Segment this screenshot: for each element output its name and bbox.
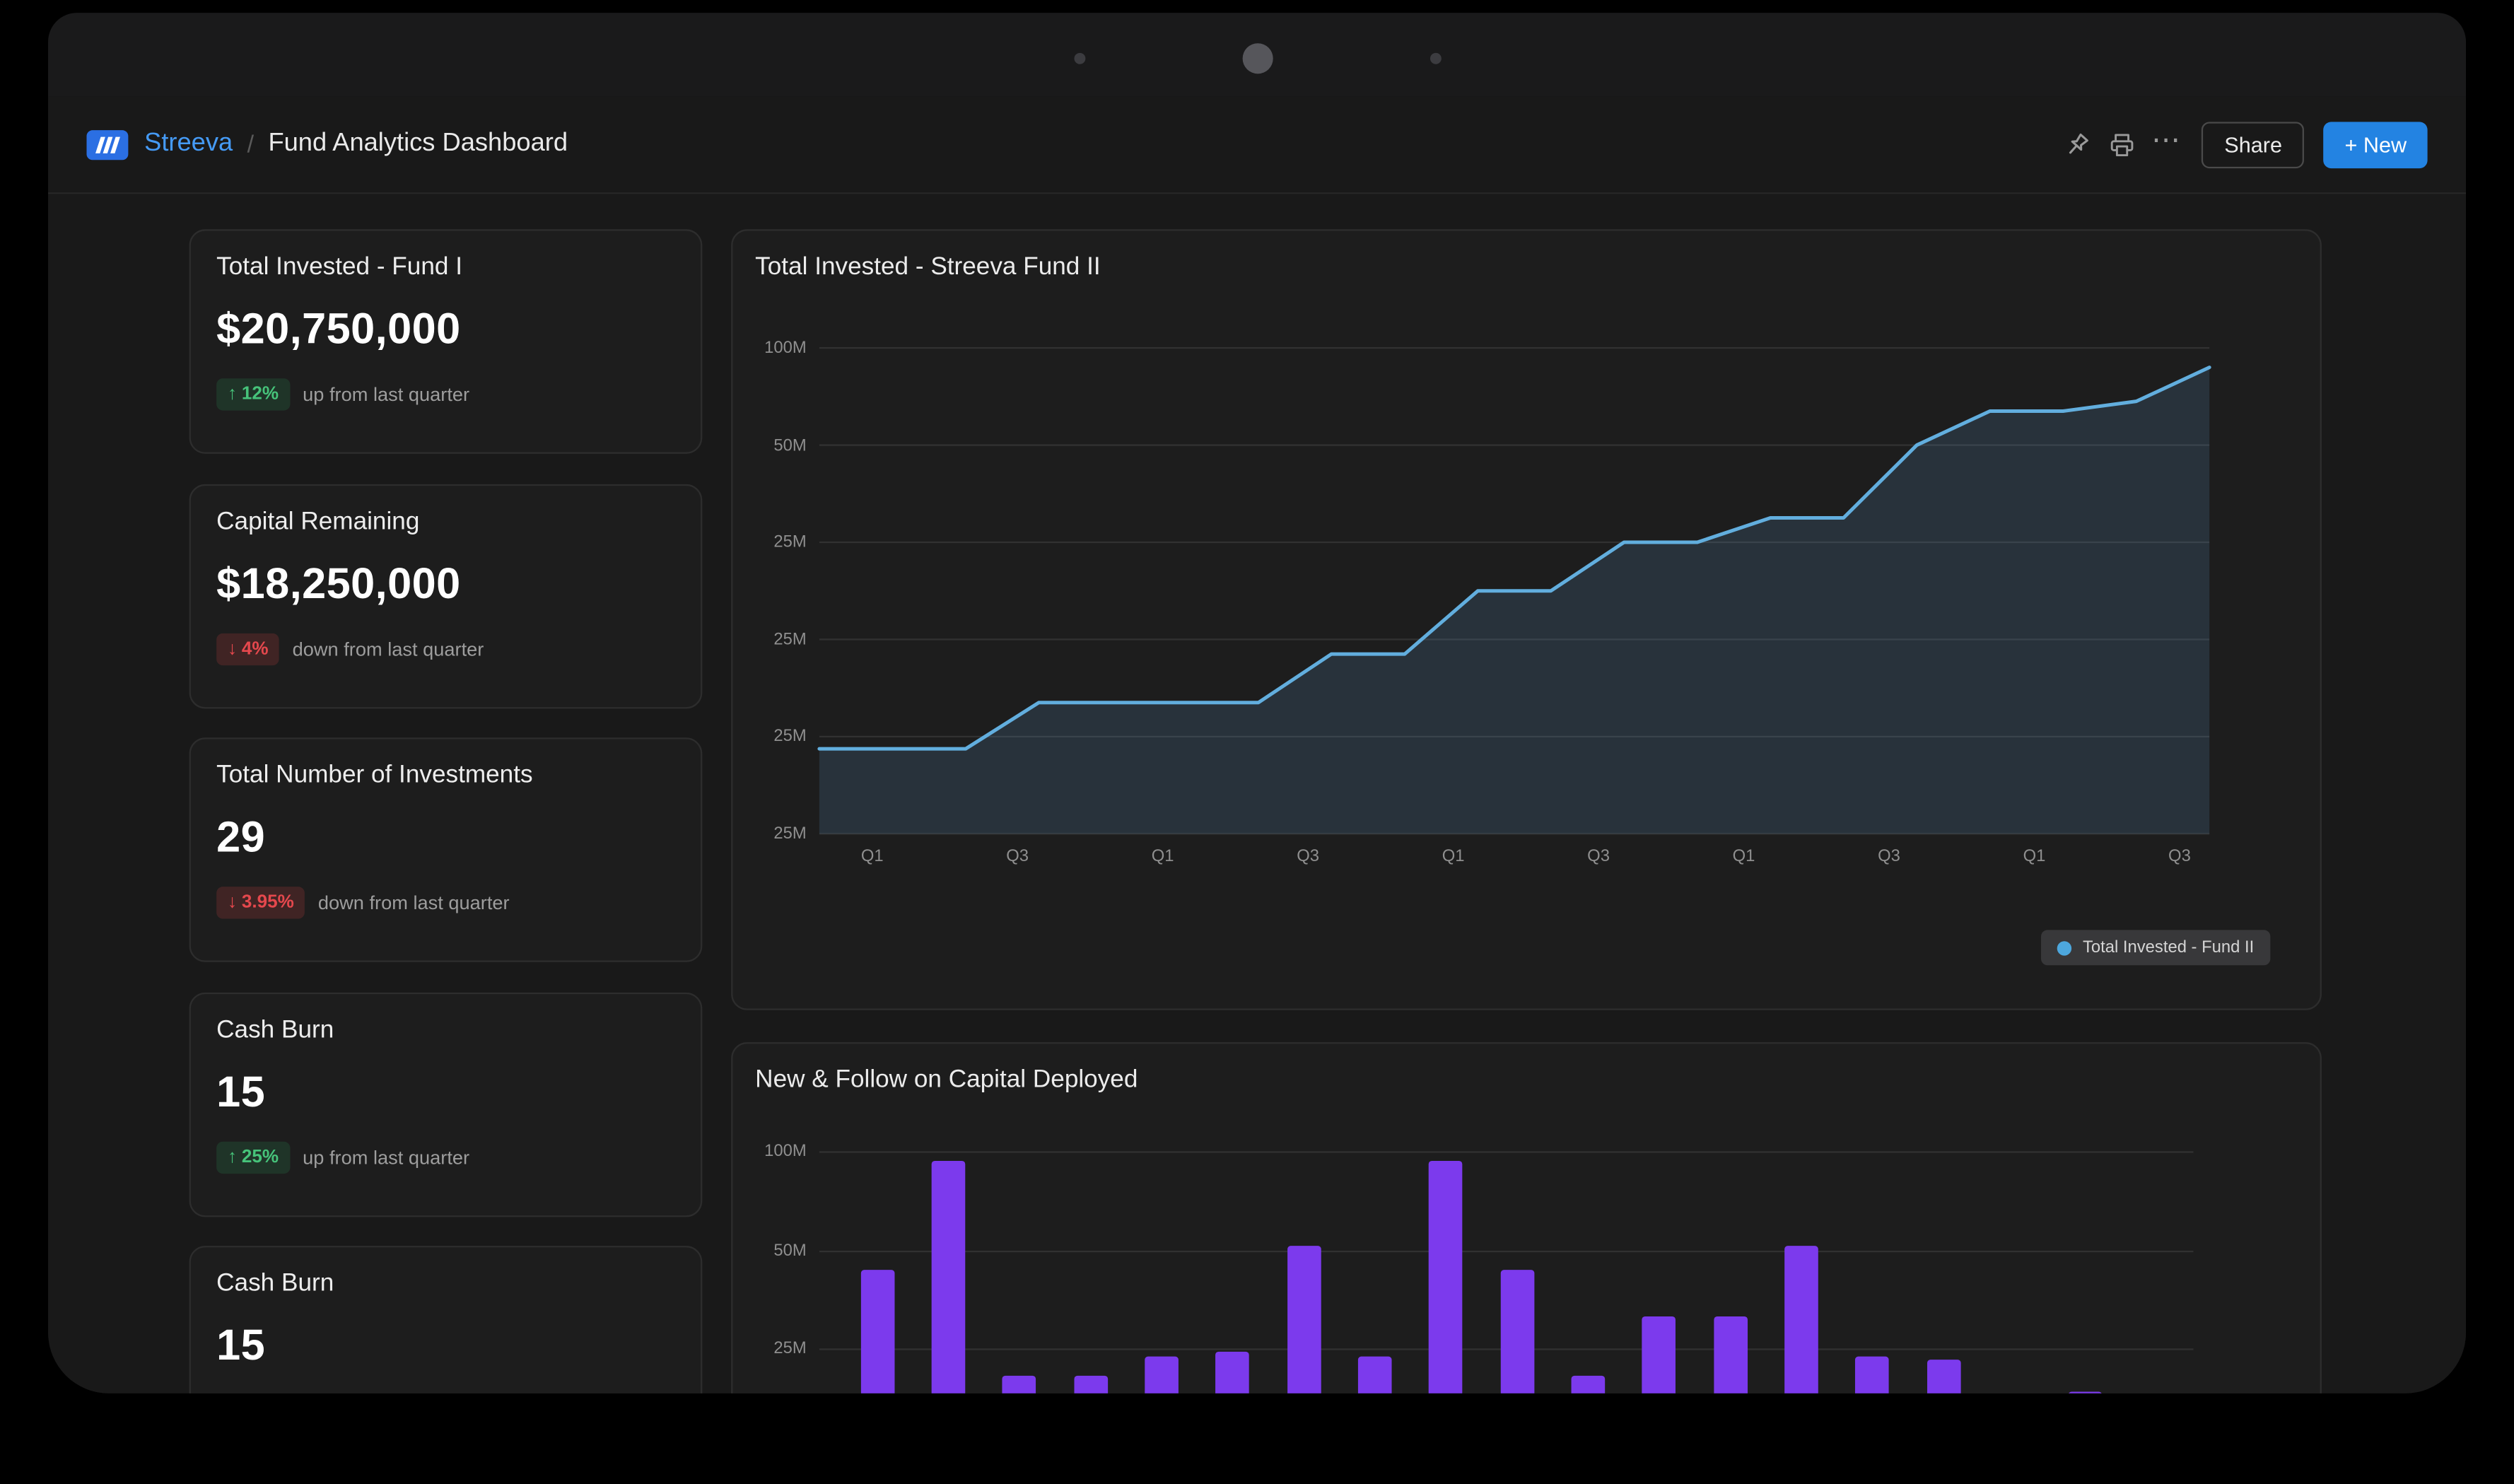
bar: [1714, 1317, 1748, 1394]
stat-title: Capital Remaining: [216, 508, 675, 537]
delta-percent: 3.95%: [242, 893, 294, 912]
bar: [1287, 1246, 1321, 1394]
dashboard-content: Total Invested - Fund I $20,750,000 ↑ 12%…: [48, 194, 2466, 1393]
x-tick-label: Q3: [1574, 845, 1623, 867]
stat-delta-row: ↑ 12% up from last quarter: [216, 378, 675, 410]
bar: [1572, 1376, 1606, 1393]
stat-value: $18,250,000: [216, 559, 675, 609]
y-tick-label: 100M: [732, 337, 806, 359]
bar: [1002, 1376, 1036, 1393]
page-title: Fund Analytics Dashboard: [268, 130, 568, 159]
bar: [1856, 1356, 1890, 1393]
gridline: [819, 1250, 2194, 1251]
bar: [860, 1270, 894, 1394]
bar: [1216, 1352, 1250, 1394]
bar: [2069, 1392, 2103, 1394]
stat-title: Total Invested - Fund I: [216, 253, 675, 282]
stat-title: Cash Burn: [216, 1270, 675, 1299]
arrow-up-icon: ↑: [228, 1148, 237, 1167]
y-tick-label: 25M: [732, 1337, 806, 1360]
delta-percent: 25%: [242, 1148, 279, 1167]
x-tick-label: Q1: [2010, 845, 2058, 867]
x-tick-label: Q3: [2156, 845, 2204, 867]
line-chart-plot: [819, 348, 2209, 834]
delta-note: down from last quarter: [318, 892, 510, 914]
x-tick-label: Q1: [1430, 845, 1478, 867]
y-tick-label: 50M: [732, 434, 806, 457]
stat-value: 15: [216, 1321, 675, 1371]
y-tick-label: 25M: [732, 822, 806, 845]
stat-value: 29: [216, 813, 675, 863]
y-tick-label: 25M: [732, 629, 806, 651]
stat-card-cash-burn: Cash Burn 15 ↑ 25% up from last quarter: [189, 993, 703, 1217]
bar-chart-card: New & Follow on Capital Deployed 100M 50M…: [731, 1042, 2322, 1394]
x-tick-label: Q3: [1284, 845, 1332, 867]
bar: [1927, 1360, 1960, 1394]
line-chart-card: Total Invested - Streeva Fund II Total I…: [731, 229, 2322, 1010]
x-tick-label: Q1: [1139, 845, 1187, 867]
breadcrumb-separator: /: [247, 131, 254, 158]
stat-delta-row: ↓ 3.95% down from last quarter: [216, 887, 675, 918]
delta-percent: 4%: [242, 640, 269, 659]
delta-badge: ↑ 25%: [216, 1142, 290, 1174]
x-tick-label: Q1: [848, 845, 896, 867]
x-tick-label: Q3: [993, 845, 1041, 867]
y-tick-label: 100M: [732, 1140, 806, 1162]
legend-marker-icon: [2057, 940, 2071, 954]
delta-badge: ↓ 3.95%: [216, 887, 305, 918]
bar: [931, 1161, 965, 1394]
delta-percent: 12%: [242, 385, 279, 404]
delta-note: up from last quarter: [303, 1147, 469, 1169]
stat-delta-row: ↓ 4% down from last quarter: [216, 633, 675, 665]
bar: [1073, 1376, 1107, 1393]
screenshot-canvas: Streeva / Fund Analytics Dashboard: [0, 0, 2514, 1484]
bar: [1145, 1356, 1179, 1393]
streeva-logo-icon: [86, 129, 128, 160]
delta-badge: ↑ 12%: [216, 378, 290, 410]
y-tick-label: 50M: [732, 1239, 806, 1261]
area-fill: [819, 368, 2209, 834]
chart-legend[interactable]: Total Invested - Fund II: [2041, 930, 2270, 965]
chart-title: Total Invested - Streeva Fund II: [755, 253, 1100, 282]
new-button[interactable]: + New: [2324, 121, 2428, 168]
bar: [1358, 1356, 1392, 1393]
bar: [1429, 1161, 1463, 1394]
stat-card-cash-burn-2: Cash Burn 15: [189, 1246, 703, 1394]
gridline: [819, 1151, 2194, 1152]
chart-title: New & Follow on Capital Deployed: [755, 1066, 1138, 1095]
delta-note: down from last quarter: [293, 638, 484, 661]
legend-label: Total Invested - Fund II: [2083, 938, 2254, 957]
slide-dot[interactable]: [1430, 52, 1441, 64]
more-icon[interactable]: ⋯: [2144, 117, 2189, 172]
x-tick-label: Q1: [1720, 845, 1768, 867]
print-icon[interactable]: [2099, 122, 2144, 167]
stat-card-capital-remaining: Capital Remaining $18,250,000 ↓ 4% down f…: [189, 484, 703, 709]
stat-title: Cash Burn: [216, 1017, 675, 1046]
stat-title: Total Number of Investments: [216, 761, 675, 790]
breadcrumb-brand[interactable]: Streeva: [144, 130, 233, 159]
stat-delta-row: ↑ 25% up from last quarter: [216, 1142, 675, 1174]
delta-note: up from last quarter: [303, 383, 469, 406]
x-tick-label: Q3: [1865, 845, 1913, 867]
y-tick-label: 25M: [732, 531, 806, 554]
bar: [1500, 1270, 1534, 1394]
bar: [1784, 1246, 1818, 1394]
stat-card-total-investments: Total Number of Investments 29 ↓ 3.95% do…: [189, 737, 703, 962]
delta-badge: ↓ 4%: [216, 633, 279, 665]
app-window: Streeva / Fund Analytics Dashboard: [48, 13, 2466, 1394]
app-header: Streeva / Fund Analytics Dashboard: [48, 96, 2466, 194]
slide-dot[interactable]: [1073, 52, 1084, 64]
bar: [1642, 1317, 1676, 1394]
pin-icon[interactable]: [2054, 122, 2100, 167]
share-button[interactable]: Share: [2202, 121, 2305, 168]
stat-value: 15: [216, 1068, 675, 1117]
arrow-up-icon: ↑: [228, 385, 237, 404]
slide-indicators: [48, 13, 2466, 103]
stat-value: $20,750,000: [216, 305, 675, 354]
slide-dot-active[interactable]: [1241, 42, 1272, 73]
y-tick-label: 25M: [732, 725, 806, 748]
stat-card-total-invested-fund1: Total Invested - Fund I $20,750,000 ↑ 12%…: [189, 229, 703, 454]
arrow-down-icon: ↓: [228, 893, 237, 912]
arrow-down-icon: ↓: [228, 640, 237, 659]
